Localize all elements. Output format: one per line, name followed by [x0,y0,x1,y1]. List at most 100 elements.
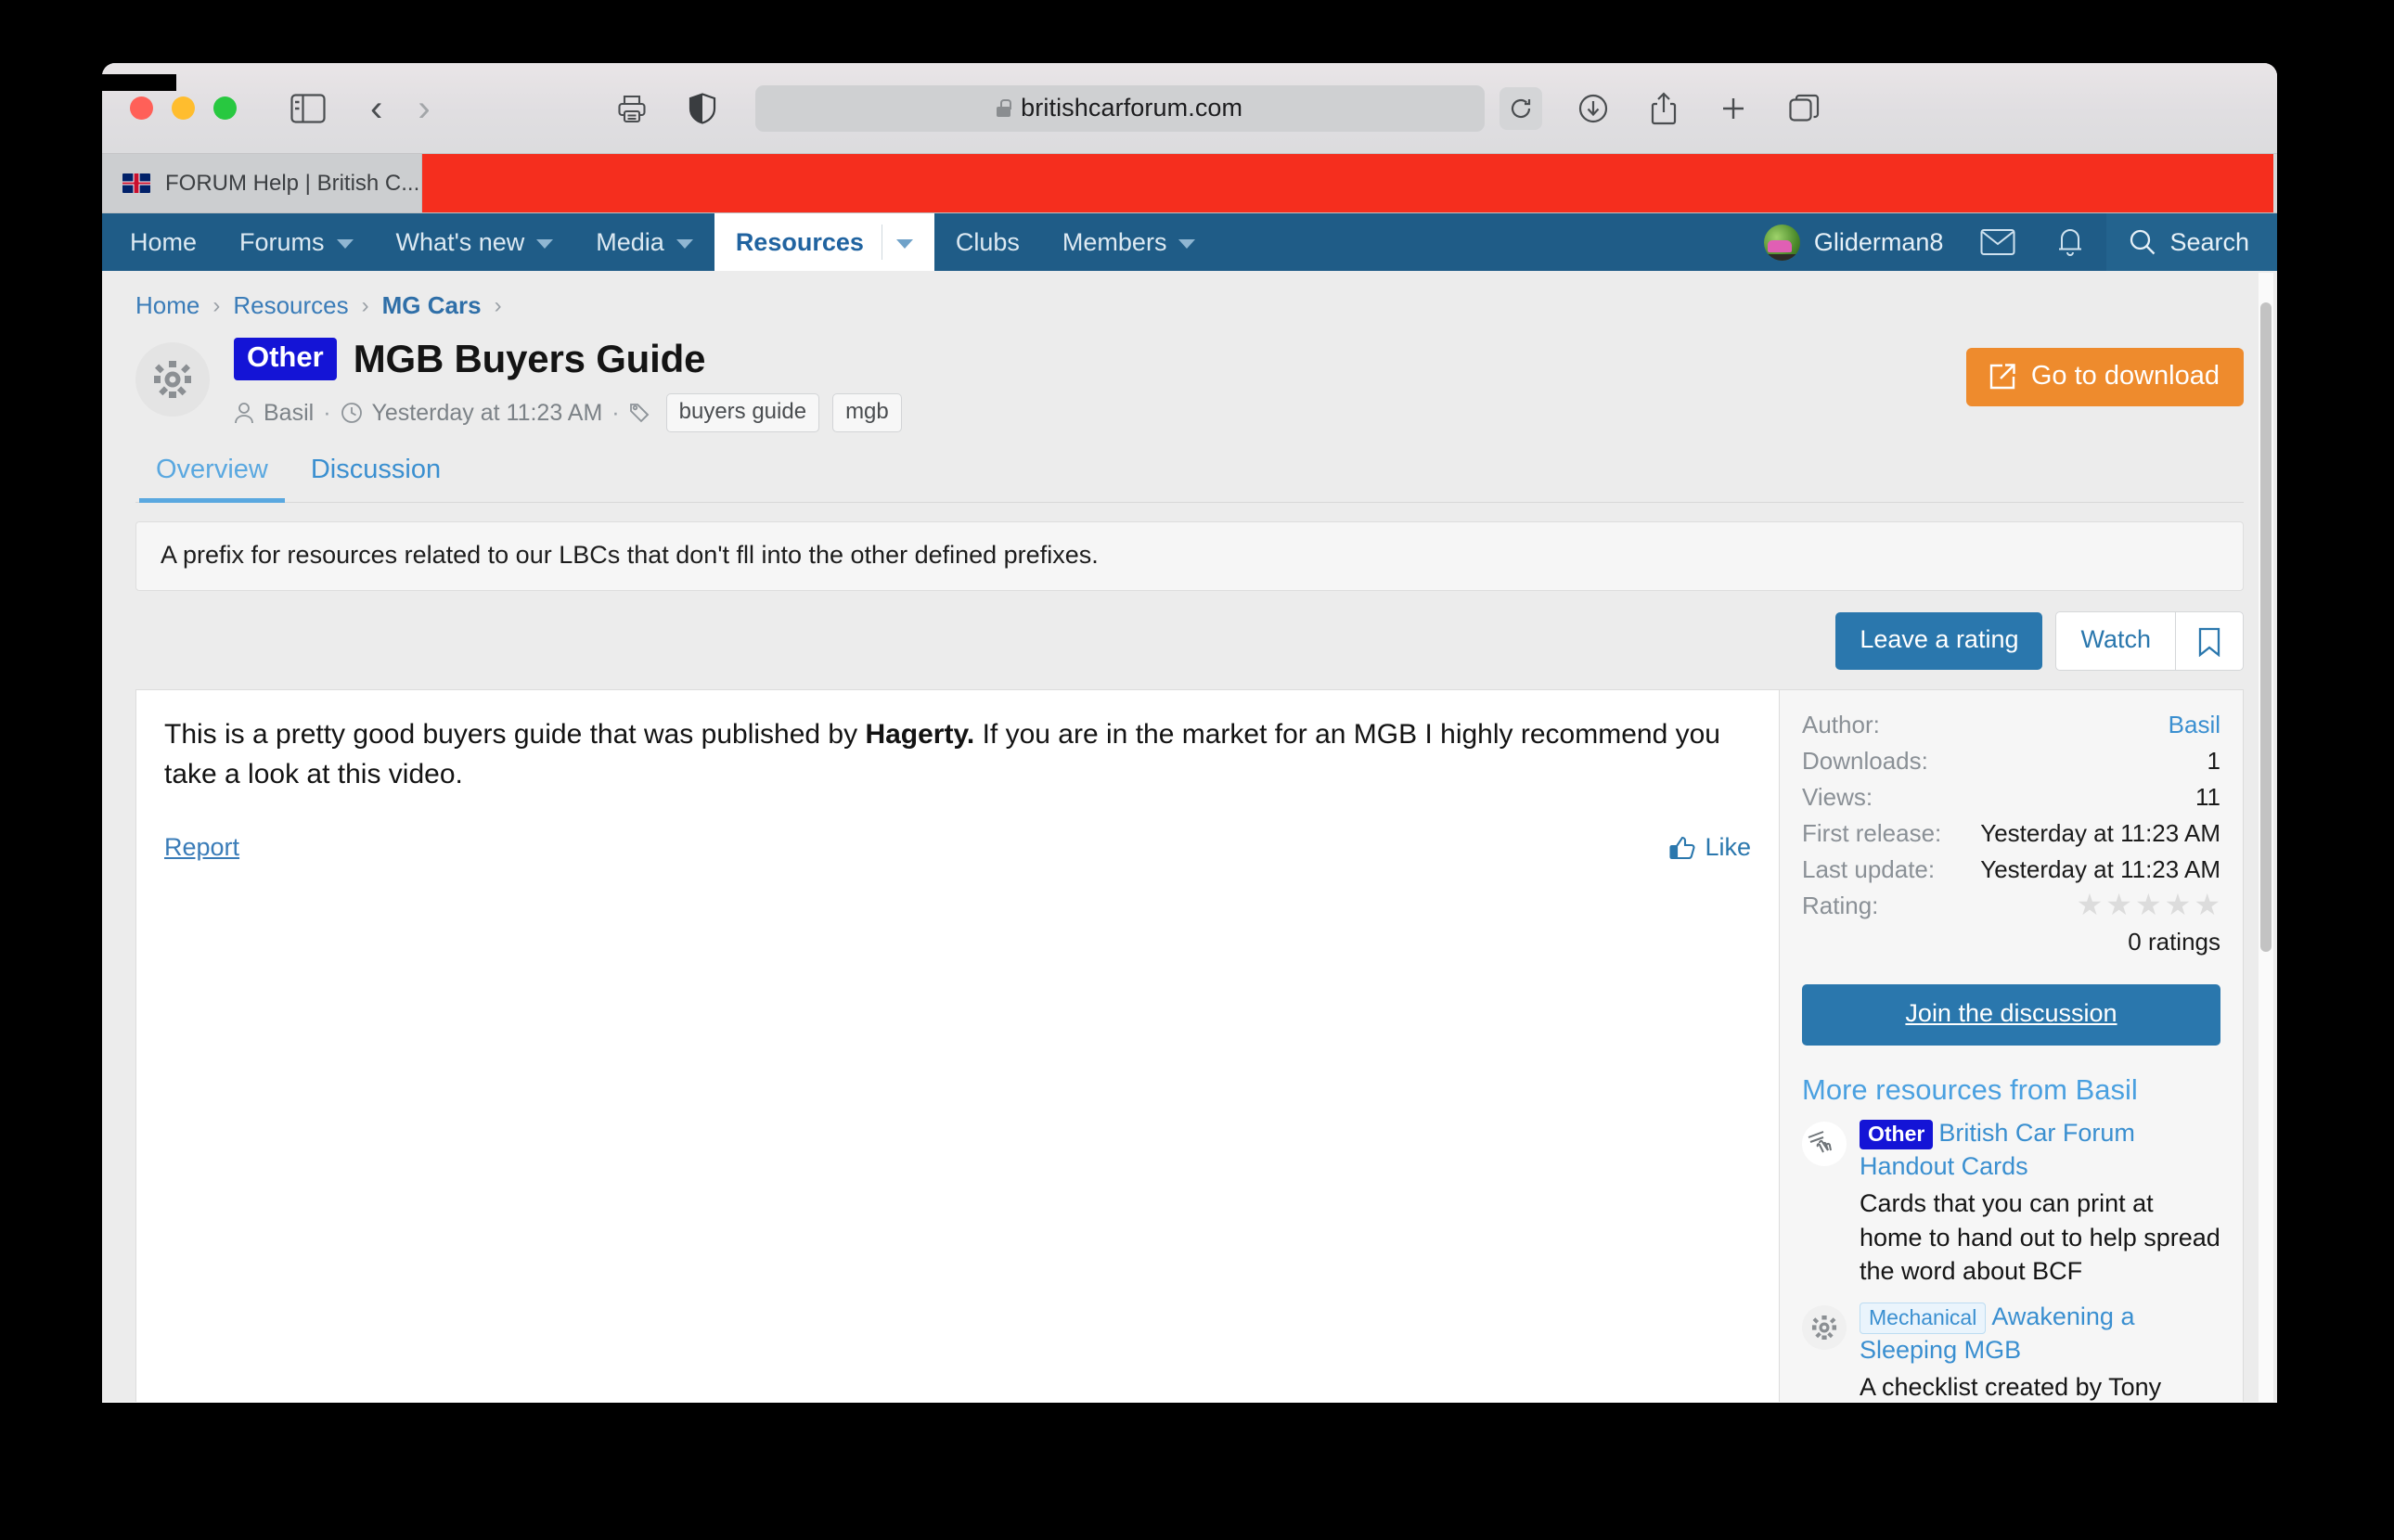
forum-nav-user-area: Gliderman8 Search [1745,213,2277,271]
handout-cards-icon [1802,1122,1847,1166]
nav-item-resources[interactable]: Resources [714,213,934,271]
minimize-button[interactable] [172,96,195,120]
forum-nav-items: Home Forums What's new Media Resources C… [102,213,1216,271]
table-row: First release: Yesterday at 11:23 AM [1802,815,2220,852]
stat-key: Downloads: [1802,747,1928,775]
url-text-wrap: britishcarforum.com [997,94,1242,122]
author-name[interactable]: Basil [264,400,314,427]
notifications-bell-icon[interactable] [2034,213,2106,271]
safari-window: ‹ › britishcarforum.com FORUM Help | Bri… [102,63,2277,1403]
rating-stars[interactable]: ★ ★ ★ ★ ★ [1956,888,2220,924]
list-item-desc: A checklist created by Tony [1860,1373,2162,1401]
forward-arrow-icon[interactable]: › [418,90,430,127]
chevron-down-icon[interactable] [895,238,913,249]
address-bar[interactable]: britishcarforum.com [754,84,1542,132]
stat-key: Rating: [1802,892,1879,919]
nav-label: What's new [395,227,525,256]
nav-item-members[interactable]: Members [1041,213,1217,271]
tab-bar-red-strip [422,154,2273,212]
table-row: Downloads: 1 [1802,743,2220,779]
resource-sidebar: Author: Basil Downloads: 1 Views: 11 Fir… [1779,690,2243,1402]
list-item-head: Other British Car Forum Handout Cards [1860,1116,2220,1183]
tab-overview-icon[interactable] [1789,94,1821,123]
list-item[interactable]: Other British Car Forum Handout Cards Car… [1802,1116,2220,1289]
report-link[interactable]: Report [164,833,239,862]
navigation-arrows: ‹ › [370,90,431,127]
browser-tab[interactable]: FORUM Help | British C... [102,154,422,212]
scrollbar-thumb[interactable] [2260,302,2272,952]
clock-icon [341,403,362,423]
resource-meta: Basil · Yesterday at 11:23 AM · buyers g… [234,393,902,432]
downloads-icon[interactable] [1577,93,1609,124]
list-item-body: Other British Car Forum Handout Cards Car… [1860,1116,2220,1289]
nav-item-forums[interactable]: Forums [218,213,375,271]
page-title: MGB Buyers Guide [353,337,706,380]
chevron-down-icon[interactable] [536,238,554,249]
uk-flag-favicon [122,173,150,193]
reload-icon[interactable] [1499,86,1542,130]
back-arrow-icon[interactable]: ‹ [370,90,382,127]
prefix-badge[interactable]: Other [234,338,337,380]
article-text: This is a pretty good buyers guide that … [164,714,1751,794]
resource-title-block: Other MGB Buyers Guide Basil · Yesterday… [234,337,902,432]
chevron-down-icon[interactable] [676,238,693,249]
chevron-down-icon[interactable] [336,238,354,249]
prefix-description: A prefix for resources related to our LB… [135,521,2244,591]
breadcrumb-home[interactable]: Home [135,291,200,320]
close-button[interactable] [130,96,153,120]
resource-body: This is a pretty good buyers guide that … [135,689,2244,1402]
tab-discussion[interactable]: Discussion [294,447,457,503]
window-controls [102,96,237,120]
chevron-down-icon[interactable] [1178,238,1196,249]
browser-toolbar: ‹ › britishcarforum.com [102,63,2277,154]
leave-a-rating-button[interactable]: Leave a rating [1835,612,2043,670]
stats-table: Author: Basil Downloads: 1 Views: 11 Fir… [1802,707,2220,960]
like-label: Like [1705,833,1751,862]
watch-button[interactable]: Watch [2056,612,2175,670]
star-icon[interactable]: ★ [2194,890,2220,919]
prefix-badge[interactable]: Other [1860,1120,1934,1149]
join-discussion-button[interactable]: Join the discussion [1802,984,2220,1046]
star-icon[interactable]: ★ [2105,890,2132,919]
star-icon[interactable]: ★ [2165,890,2192,919]
stat-key: Views: [1802,783,1873,811]
page-scrollbar[interactable] [2259,273,2273,1402]
share-icon[interactable] [1650,91,1678,125]
nav-item-whats-new[interactable]: What's new [375,213,575,271]
stat-value: 1 [2207,747,2220,775]
nav-label: Home [130,227,198,256]
more-resources-title[interactable]: More resources from Basil [1802,1073,2220,1107]
user-menu[interactable]: Gliderman8 [1745,213,1963,271]
new-tab-icon[interactable] [1718,94,1748,123]
external-link-icon [1989,363,2015,389]
resource-tabs: Overview Discussion [135,447,2244,503]
maximize-button[interactable] [213,96,237,120]
stat-value: 11 [2195,783,2220,811]
breadcrumb-separator: › [361,292,369,318]
tag-mgb[interactable]: mgb [832,393,902,432]
spacer-cell [1802,924,1956,960]
tag-buyers-guide[interactable]: buyers guide [665,393,820,432]
prefix-badge[interactable]: Mechanical [1860,1302,1987,1334]
inbox-icon[interactable] [1962,213,2034,271]
star-icon[interactable]: ★ [2135,890,2162,919]
meta-dot: · [323,399,331,426]
sidebar-icon[interactable] [290,93,326,123]
nav-item-media[interactable]: Media [574,213,714,271]
tab-overview[interactable]: Overview [139,447,285,503]
go-to-download-button[interactable]: Go to download [1965,348,2244,406]
breadcrumb-resources[interactable]: Resources [233,291,348,320]
print-icon[interactable] [616,93,648,124]
like-button[interactable]: Like [1669,833,1751,862]
privacy-shield-icon[interactable] [689,92,716,124]
nav-item-home[interactable]: Home [102,213,218,271]
star-icon[interactable]: ★ [2077,890,2104,919]
tab-title: FORUM Help | British C... [165,170,420,196]
breadcrumb-mg-cars[interactable]: MG Cars [382,291,482,320]
nav-item-clubs[interactable]: Clubs [934,213,1041,271]
author-link[interactable]: Basil [2169,711,2220,738]
bookmark-button[interactable] [2175,612,2243,670]
list-item[interactable]: Mechanical Awakening a Sleeping MGB A che… [1802,1300,2220,1402]
search-button[interactable]: Search [2106,213,2277,271]
breadcrumb-separator: › [494,292,502,318]
